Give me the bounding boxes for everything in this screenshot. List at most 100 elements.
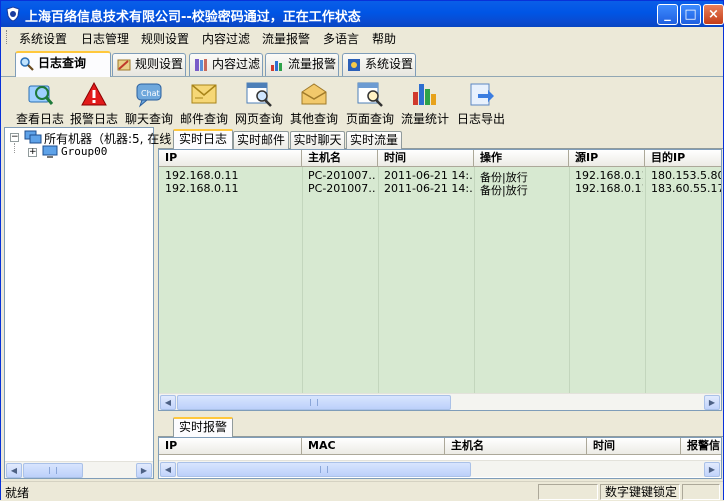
toolbar-label: 查看日志 xyxy=(15,112,64,126)
log-grid: IP 主机名 时间 操作 源IP 目的IP 192.168.0.11 PC-20… xyxy=(158,149,722,411)
svg-text:Chat: Chat xyxy=(141,89,160,98)
minimize-button[interactable]: _ xyxy=(657,4,678,25)
cell-source-ip: 192.168.0.11 xyxy=(575,182,643,195)
scroll-left-icon[interactable]: ◀ xyxy=(160,462,176,477)
mail-query-button[interactable]: 邮件查询 xyxy=(179,78,229,126)
machine-tree: − 所有机器（机器:5, 在线 + Group00 ◀ ▶ xyxy=(4,127,171,479)
other-query-button[interactable]: 其他查询 xyxy=(289,78,339,126)
toolbar-label: 日志导出 xyxy=(456,112,505,126)
cell-hostname: PC-201007… xyxy=(308,182,376,195)
column-header-ip[interactable]: IP xyxy=(159,150,302,167)
export-log-button[interactable]: 日志导出 xyxy=(456,78,506,126)
toolbar-label: 流量统计 xyxy=(400,112,449,126)
books-icon xyxy=(195,59,207,71)
tab-label: 系统设置 xyxy=(365,57,414,71)
menu-rule-settings[interactable]: 规则设置 xyxy=(141,30,189,47)
menu-grip xyxy=(6,30,9,44)
view-log-icon xyxy=(28,85,54,105)
column-header-time[interactable]: 时间 xyxy=(378,150,474,167)
tab-realtime-alarm[interactable]: 实时报警 xyxy=(173,417,233,437)
log-grid-horizontal-scrollbar[interactable]: ◀ ▶ xyxy=(159,393,721,410)
alarm-log-button[interactable]: 报警日志 xyxy=(69,78,119,126)
scroll-left-icon[interactable]: ◀ xyxy=(160,395,176,410)
column-header-hostname[interactable]: 主机名 xyxy=(445,438,587,455)
scroll-thumb[interactable] xyxy=(177,395,451,410)
tab-traffic-alarm[interactable]: 流量报警 xyxy=(265,53,339,76)
rule-icon xyxy=(117,59,131,71)
menu-system-settings[interactable]: 系统设置 xyxy=(19,30,67,47)
menu-log-management[interactable]: 日志管理 xyxy=(81,30,129,47)
column-header-alarm[interactable]: 报警信 xyxy=(681,438,721,455)
menu-language[interactable]: 多语言 xyxy=(323,30,359,47)
toolbar-label: 邮件查询 xyxy=(179,112,228,126)
column-header-hostname[interactable]: 主机名 xyxy=(302,150,378,167)
tab-log-query[interactable]: 日志查询 xyxy=(15,51,111,77)
toolbar-label: 页面查询 xyxy=(345,112,394,126)
title-bar[interactable]: 上海百络信息技术有限公司--校验密码通过，正在工作状态 _ □ × xyxy=(1,1,724,27)
chat-query-button[interactable]: Chat 聊天查询 xyxy=(124,78,174,126)
page-query-button[interactable]: 页面查询 xyxy=(344,78,396,126)
toolbar-label: 其他查询 xyxy=(289,112,338,126)
tree-group-label[interactable]: Group00 xyxy=(61,145,107,158)
mail-icon xyxy=(191,84,217,104)
status-pane-empty xyxy=(538,484,598,500)
menu-content-filter[interactable]: 内容过滤 xyxy=(202,30,250,47)
scroll-thumb[interactable] xyxy=(177,462,471,477)
chat-icon: Chat xyxy=(136,83,162,108)
tab-rule-settings[interactable]: 规则设置 xyxy=(112,53,186,76)
scroll-right-icon[interactable]: ▶ xyxy=(704,462,720,477)
status-numlock: 数字键键锁定 xyxy=(600,484,680,500)
window-title: 上海百络信息技术有限公司--校验密码通过，正在工作状态 xyxy=(25,10,361,25)
tab-label: 流量报警 xyxy=(288,57,337,71)
cell-ip: 192.168.0.11 xyxy=(165,169,239,182)
tab-realtime-chat[interactable]: 实时聊天 xyxy=(290,131,345,149)
web-query-button[interactable]: 网页查询 xyxy=(234,78,284,126)
tree-horizontal-scrollbar[interactable]: ◀ ▶ xyxy=(5,461,153,478)
chart-icon xyxy=(271,61,282,71)
web-search-icon xyxy=(246,82,272,107)
computer-icon xyxy=(42,145,58,158)
cell-hostname: PC-201007… xyxy=(308,169,376,182)
alarm-grid-horizontal-scrollbar[interactable]: ◀ ▶ xyxy=(159,460,721,477)
toolbar-label: 聊天查询 xyxy=(124,112,173,126)
grid-line xyxy=(302,167,303,393)
column-header-time[interactable]: 时间 xyxy=(587,438,681,455)
cell-source-ip: 192.168.0.11 xyxy=(575,169,643,182)
export-icon xyxy=(470,83,494,106)
scroll-right-icon[interactable]: ▶ xyxy=(136,463,152,478)
tab-realtime-log[interactable]: 实时日志 xyxy=(173,129,233,149)
tree-collapse-toggle[interactable]: − xyxy=(10,133,19,142)
alarm-grid: IP MAC 主机名 时间 报警信 ◀ ▶ xyxy=(158,437,722,479)
warning-icon xyxy=(81,81,107,106)
tab-realtime-mail[interactable]: 实时邮件 xyxy=(233,131,289,149)
column-header-dest-ip[interactable]: 目的IP xyxy=(645,150,721,167)
toolbar: 查看日志 报警日志 Chat 聊天查询 邮件查询 网页查询 其他查询 页面查询 xyxy=(1,78,723,126)
close-button[interactable]: × xyxy=(703,4,724,25)
module-tabs: 日志查询 规则设置 内容过滤 流量报警 系统设置 xyxy=(1,49,723,77)
toolbar-label: 报警日志 xyxy=(69,112,118,126)
menu-help[interactable]: 帮助 xyxy=(372,30,396,47)
log-grid-header: IP 主机名 时间 操作 源IP 目的IP xyxy=(159,150,721,167)
scroll-left-icon[interactable]: ◀ xyxy=(6,463,22,478)
scroll-thumb[interactable] xyxy=(23,463,83,478)
column-header-action[interactable]: 操作 xyxy=(474,150,569,167)
column-header-source-ip[interactable]: 源IP xyxy=(569,150,645,167)
traffic-stats-button[interactable]: 流量统计 xyxy=(400,78,450,126)
computer-group-icon xyxy=(24,130,42,144)
cell-dest-ip: 183.60.55.17 xyxy=(651,182,722,195)
tab-content-filter[interactable]: 内容过滤 xyxy=(189,53,263,76)
maximize-button[interactable]: □ xyxy=(680,4,701,25)
view-log-button[interactable]: 查看日志 xyxy=(15,78,65,126)
grid-line xyxy=(378,167,379,393)
status-pane-empty xyxy=(682,484,720,500)
column-header-mac[interactable]: MAC xyxy=(302,438,445,455)
tab-realtime-traffic[interactable]: 实时流量 xyxy=(346,131,402,149)
column-header-ip[interactable]: IP xyxy=(159,438,302,455)
app-shield-icon xyxy=(6,6,20,22)
tree-expand-toggle[interactable]: + xyxy=(28,148,37,157)
menu-bar: 系统设置 日志管理 规则设置 内容过滤 流量报警 多语言 帮助 xyxy=(1,27,723,47)
cell-action: 备份|放行 xyxy=(480,184,528,197)
menu-traffic-alarm[interactable]: 流量报警 xyxy=(262,30,310,47)
scroll-right-icon[interactable]: ▶ xyxy=(704,395,720,410)
tab-system-settings[interactable]: 系统设置 xyxy=(342,53,416,76)
